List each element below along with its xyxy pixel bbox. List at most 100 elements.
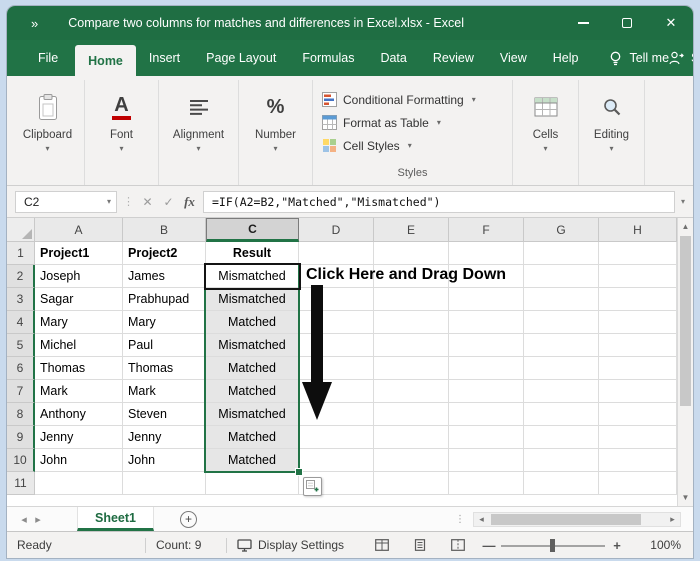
cell-H1[interactable] — [599, 242, 677, 265]
cell-E4[interactable] — [374, 311, 449, 334]
close-button[interactable]: ✕ — [649, 6, 693, 40]
cell-B8[interactable]: Steven — [123, 403, 206, 426]
cell-H5[interactable] — [599, 334, 677, 357]
cell-F7[interactable] — [449, 380, 524, 403]
cell-D1[interactable] — [299, 242, 374, 265]
cell-F1[interactable] — [449, 242, 524, 265]
cell-C7[interactable]: Matched — [206, 380, 299, 403]
cell-C9[interactable]: Matched — [206, 426, 299, 449]
zoom-slider[interactable] — [501, 537, 605, 553]
cell-F9[interactable] — [449, 426, 524, 449]
alignment-group-button[interactable]: Alignment ▾ — [159, 80, 239, 185]
cell-E1[interactable] — [374, 242, 449, 265]
status-count[interactable]: Count: 9 — [156, 538, 216, 552]
column-header-H[interactable]: H — [599, 218, 677, 242]
cell-G6[interactable] — [524, 357, 599, 380]
cell-B2[interactable]: James — [123, 265, 206, 288]
cell-G9[interactable] — [524, 426, 599, 449]
page-layout-view-button[interactable] — [407, 535, 433, 555]
enter-button[interactable]: ✓ — [161, 195, 176, 209]
tell-me-button[interactable]: Tell me — [609, 40, 669, 76]
cells-group-button[interactable]: Cells ▾ — [513, 80, 579, 185]
cell-H4[interactable] — [599, 311, 677, 334]
zoom-slider-thumb[interactable] — [550, 539, 555, 552]
cell-C11[interactable] — [206, 472, 299, 495]
cell-A6[interactable]: Thomas — [35, 357, 123, 380]
cell-A10[interactable]: John — [35, 449, 123, 472]
tab-insert[interactable]: Insert — [136, 40, 193, 76]
tab-help[interactable]: Help — [540, 40, 592, 76]
cell-D10[interactable] — [299, 449, 374, 472]
sheet-nav-left-icon[interactable]: ◂ — [17, 513, 31, 526]
row-header-3[interactable]: 3 — [7, 288, 35, 311]
cell-B4[interactable]: Mary — [123, 311, 206, 334]
tab-formulas[interactable]: Formulas — [289, 40, 367, 76]
cell-B5[interactable]: Paul — [123, 334, 206, 357]
cell-F6[interactable] — [449, 357, 524, 380]
column-header-F[interactable]: F — [449, 218, 524, 242]
zoom-out-button[interactable]: — — [477, 538, 501, 553]
cell-G8[interactable] — [524, 403, 599, 426]
cell-A2[interactable]: Joseph — [35, 265, 123, 288]
row-header-4[interactable]: 4 — [7, 311, 35, 334]
row-header-1[interactable]: 1 — [7, 242, 35, 265]
tab-home[interactable]: Home — [75, 45, 136, 76]
cell-A1[interactable]: Project1 — [35, 242, 123, 265]
display-settings-button[interactable]: Display Settings — [237, 538, 344, 552]
cell-styles-button[interactable]: Cell Styles ▾ — [313, 134, 512, 157]
new-sheet-button[interactable]: + — [180, 510, 197, 528]
row-header-6[interactable]: 6 — [7, 357, 35, 380]
column-header-G[interactable]: G — [524, 218, 599, 242]
autofill-options-button[interactable] — [303, 477, 322, 496]
editing-group-button[interactable]: Editing ▾ — [579, 80, 645, 185]
formula-bar-expand-icon[interactable]: ▾ — [681, 197, 685, 206]
cell-A7[interactable]: Mark — [35, 380, 123, 403]
format-as-table-button[interactable]: Format as Table ▾ — [313, 111, 512, 134]
cell-D9[interactable] — [299, 426, 374, 449]
insert-function-button[interactable]: fx — [182, 194, 197, 210]
cell-C4[interactable]: Matched — [206, 311, 299, 334]
sheet-tab-sheet1[interactable]: Sheet1 — [77, 507, 154, 531]
row-header-8[interactable]: 8 — [7, 403, 35, 426]
vertical-scroll-thumb[interactable] — [680, 236, 691, 406]
scroll-up-icon[interactable]: ▲ — [678, 222, 693, 231]
font-group-button[interactable]: A Font ▾ — [85, 80, 159, 185]
vertical-scrollbar[interactable]: ▲ ▼ — [677, 218, 693, 506]
zoom-in-button[interactable]: + — [605, 538, 629, 553]
cell-G10[interactable] — [524, 449, 599, 472]
share-button[interactable]: Share — [669, 40, 693, 76]
tab-data[interactable]: Data — [367, 40, 419, 76]
cell-A3[interactable]: Sagar — [35, 288, 123, 311]
cell-F3[interactable] — [449, 288, 524, 311]
cell-B9[interactable]: Jenny — [123, 426, 206, 449]
column-header-D[interactable]: D — [299, 218, 374, 242]
cell-F11[interactable] — [449, 472, 524, 495]
horizontal-scroll-track[interactable] — [489, 513, 665, 526]
cell-B11[interactable] — [123, 472, 206, 495]
cell-F5[interactable] — [449, 334, 524, 357]
cell-A8[interactable]: Anthony — [35, 403, 123, 426]
cell-A5[interactable]: Michel — [35, 334, 123, 357]
row-header-2[interactable]: 2 — [7, 265, 35, 288]
cell-E7[interactable] — [374, 380, 449, 403]
row-header-11[interactable]: 11 — [7, 472, 35, 495]
cell-E5[interactable] — [374, 334, 449, 357]
cell-H3[interactable] — [599, 288, 677, 311]
cell-C10[interactable]: Matched — [206, 449, 299, 472]
horizontal-scrollbar[interactable]: ◂ ▸ — [473, 511, 681, 527]
scroll-right-icon[interactable]: ▸ — [665, 514, 680, 525]
cell-B7[interactable]: Mark — [123, 380, 206, 403]
cell-H10[interactable] — [599, 449, 677, 472]
cell-H6[interactable] — [599, 357, 677, 380]
cell-E8[interactable] — [374, 403, 449, 426]
cancel-button[interactable]: ✕ — [140, 195, 155, 209]
cell-H7[interactable] — [599, 380, 677, 403]
cell-G1[interactable] — [524, 242, 599, 265]
cell-A11[interactable] — [35, 472, 123, 495]
page-break-view-button[interactable] — [445, 535, 471, 555]
cell-C3[interactable]: Mismatched — [206, 288, 299, 311]
clipboard-group-button[interactable]: Clipboard ▾ — [11, 80, 85, 185]
tab-splitter-handle[interactable]: ⋮ — [455, 514, 465, 525]
cell-G4[interactable] — [524, 311, 599, 334]
formula-input[interactable]: =IF(A2=B2,"Matched","Mismatched") — [203, 190, 675, 213]
